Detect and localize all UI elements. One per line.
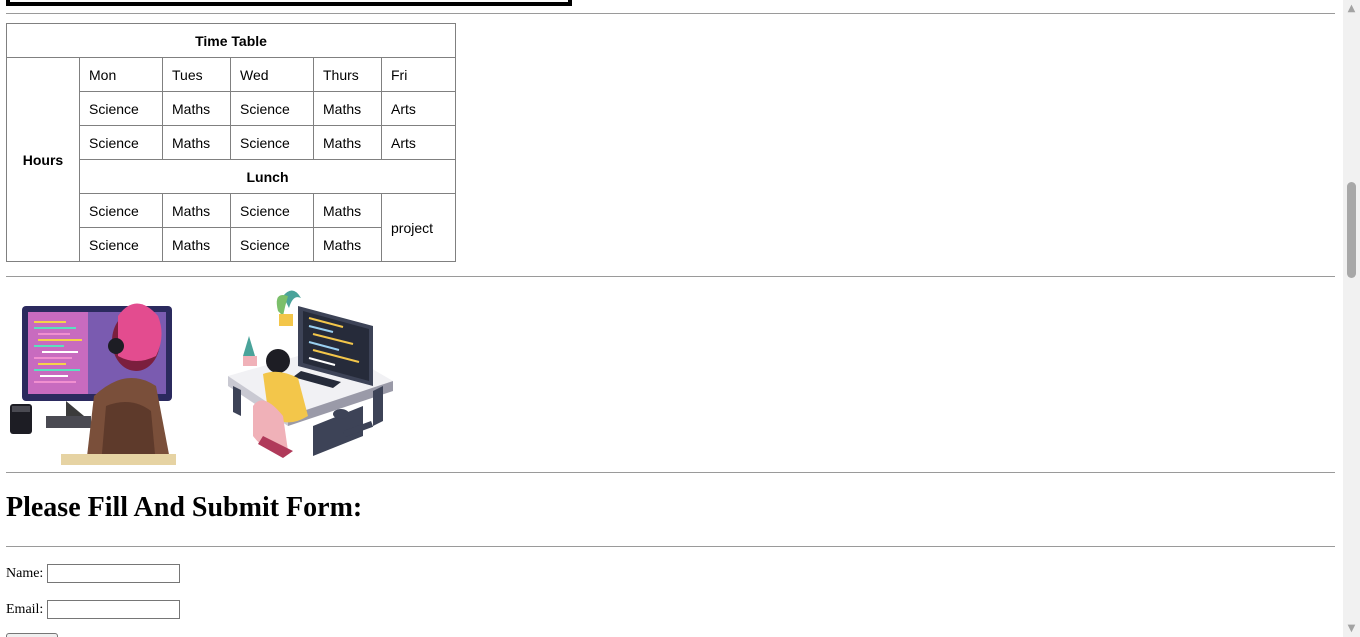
table-cell: Science — [79, 193, 163, 228]
table-cell: Maths — [162, 227, 231, 262]
day-header: Thurs — [313, 57, 382, 92]
horizontal-rule — [6, 472, 1335, 473]
table-cell: Arts — [381, 125, 456, 160]
submit-button[interactable] — [6, 633, 58, 637]
email-input[interactable] — [47, 600, 181, 619]
email-row: Email: — [6, 600, 181, 619]
table-cell: Science — [79, 227, 163, 262]
page-content: Time Table Hours Mon Tues Wed Thurs Fri … — [0, 0, 1343, 637]
table-cell: Science — [230, 91, 314, 126]
horizontal-rule — [6, 13, 1335, 14]
name-input[interactable] — [47, 564, 181, 583]
developer-illustration-2 — [223, 286, 398, 463]
scroll-down-arrow-icon[interactable]: ▼ — [1343, 620, 1360, 637]
table-cell: Maths — [313, 193, 382, 228]
bordered-box-bottom-edge — [6, 0, 572, 6]
table-cell: Science — [230, 125, 314, 160]
scrollbar-thumb[interactable] — [1347, 182, 1356, 278]
table-cell: Maths — [162, 125, 231, 160]
table-cell: Maths — [313, 227, 382, 262]
table-cell: Maths — [313, 91, 382, 126]
table-cell: Arts — [381, 91, 456, 126]
table-cell: Maths — [162, 91, 231, 126]
day-header: Tues — [162, 57, 231, 92]
table-cell: Science — [79, 91, 163, 126]
scroll-up-arrow-icon[interactable]: ▲ — [1343, 0, 1360, 17]
form-title: Please Fill And Submit Form: — [6, 492, 363, 523]
table-cell: Maths — [162, 193, 231, 228]
day-header: Fri — [381, 57, 456, 92]
day-header: Wed — [230, 57, 314, 92]
vertical-scrollbar[interactable]: ▲ ▼ — [1343, 0, 1360, 637]
email-label: Email: — [6, 601, 44, 617]
time-table: Time Table Hours Mon Tues Wed Thurs Fri … — [6, 23, 456, 262]
hours-header: Hours — [6, 57, 80, 262]
horizontal-rule — [6, 546, 1335, 547]
table-cell: Science — [230, 193, 314, 228]
table-cell: Maths — [313, 125, 382, 160]
lunch-row: Lunch — [79, 159, 456, 194]
name-row: Name: — [6, 564, 181, 583]
table-cell: Science — [230, 227, 314, 262]
project-cell: project — [381, 193, 456, 262]
table-cell: Science — [79, 125, 163, 160]
horizontal-rule — [6, 276, 1335, 277]
day-header: Mon — [79, 57, 163, 92]
developer-illustration-1 — [6, 286, 178, 465]
name-label: Name: — [6, 565, 44, 581]
time-table-caption: Time Table — [6, 23, 456, 58]
